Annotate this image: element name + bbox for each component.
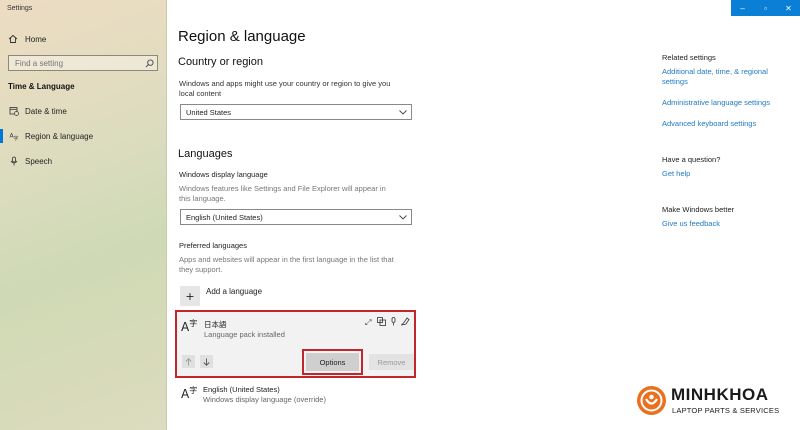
- add-language-label: Add a language: [206, 287, 263, 296]
- move-down-button[interactable]: [200, 355, 213, 368]
- display-language-icon: ⤢: [365, 317, 374, 326]
- globe-icon: A字: [8, 130, 20, 142]
- move-up-button[interactable]: [182, 355, 195, 368]
- text-to-speech-icon: [377, 317, 386, 326]
- nav-home-label: Home: [25, 34, 47, 44]
- display-language-description: Windows features like Settings and File …: [179, 184, 386, 203]
- related-settings-heading: Related settings: [662, 53, 716, 62]
- help-section: Have a question? Get help: [662, 155, 792, 179]
- search-input[interactable]: [15, 58, 135, 68]
- svg-text:字: 字: [14, 135, 19, 141]
- link-administrative-language[interactable]: Administrative language settings: [662, 98, 792, 108]
- brand-watermark: MINHKHOA LAPTOP PARTS & SERVICES: [637, 384, 797, 420]
- settings-window: Settings Home Time & Language Date & tim…: [0, 0, 800, 430]
- language-features: ⤢: [365, 317, 410, 326]
- sidebar-section-heading: Time & Language: [8, 82, 75, 91]
- language-item-japanese[interactable]: A字 日本語 Language pack installed ⤢ Options…: [175, 310, 416, 378]
- language-status: Language pack installed: [204, 330, 285, 339]
- country-heading: Country or region: [178, 56, 263, 68]
- better-heading: Make Windows better: [662, 205, 735, 214]
- feedback-link[interactable]: Give us feedback: [662, 219, 792, 229]
- language-name: English (United States): [203, 385, 280, 394]
- country-selected: United States: [186, 107, 232, 117]
- active-indicator: [0, 129, 3, 143]
- calendar-clock-icon: [8, 105, 20, 117]
- search-icon[interactable]: [141, 56, 157, 70]
- options-button[interactable]: Options: [306, 353, 359, 371]
- sidebar-item-date-time[interactable]: Date & time: [0, 104, 166, 118]
- language-name: 日本語: [204, 320, 227, 329]
- related-settings: Related settings Additional date, time, …: [662, 53, 792, 129]
- sidebar-item-label: Speech: [25, 156, 53, 166]
- search-box[interactable]: [8, 55, 158, 71]
- main-content: Region & language Country or region Wind…: [167, 0, 800, 430]
- link-advanced-keyboard[interactable]: Advanced keyboard settings: [662, 119, 792, 129]
- plus-icon: +: [180, 286, 200, 306]
- chevron-down-icon: [398, 213, 407, 222]
- add-language-button[interactable]: + Add a language: [180, 286, 262, 306]
- chevron-down-icon: [398, 108, 407, 117]
- options-highlight: Options: [302, 349, 363, 375]
- brand-tagline: LAPTOP PARTS & SERVICES: [672, 406, 780, 415]
- languages-heading: Languages: [178, 148, 233, 160]
- page-title: Region & language: [178, 28, 306, 45]
- sidebar-item-region-language[interactable]: A字 Region & language: [0, 129, 166, 143]
- preferred-languages-label: Preferred languages: [179, 241, 247, 250]
- sidebar-item-label: Region & language: [25, 131, 94, 141]
- language-glyph-icon: A字: [181, 319, 198, 334]
- sidebar: Settings Home Time & Language Date & tim…: [0, 0, 167, 430]
- language-status: Windows display language (override): [203, 395, 326, 404]
- arrow-down-icon: [203, 358, 210, 366]
- display-language-label: Windows display language: [179, 170, 268, 179]
- country-description: Windows and apps might use your country …: [179, 79, 391, 98]
- arrow-up-icon: [185, 357, 192, 365]
- app-title: Settings: [7, 5, 33, 12]
- sidebar-item-speech[interactable]: Speech: [0, 154, 166, 168]
- remove-button[interactable]: Remove: [369, 354, 414, 370]
- feedback-section: Make Windows better Give us feedback: [662, 205, 792, 229]
- display-language-dropdown[interactable]: English (United States): [180, 209, 412, 225]
- language-glyph-icon: A字: [181, 386, 198, 401]
- link-additional-date-time[interactable]: Additional date, time, & regional settin…: [662, 67, 792, 87]
- microphone-icon: [8, 155, 20, 167]
- handwriting-icon: [401, 317, 410, 326]
- sidebar-item-label: Date & time: [25, 106, 67, 116]
- display-language-selected: English (United States): [186, 212, 263, 222]
- get-help-link[interactable]: Get help: [662, 169, 792, 179]
- nav-home[interactable]: Home: [7, 32, 46, 46]
- svg-text:⤢: ⤢: [365, 318, 371, 326]
- question-heading: Have a question?: [662, 155, 721, 164]
- preferred-languages-description: Apps and websites will appear in the fir…: [179, 255, 394, 274]
- brand-name: MINHKHOA: [671, 385, 769, 404]
- home-icon: [7, 33, 19, 45]
- brand-logo-icon: [637, 386, 666, 415]
- speech-recognition-icon: [389, 317, 398, 326]
- country-dropdown[interactable]: United States: [180, 104, 412, 120]
